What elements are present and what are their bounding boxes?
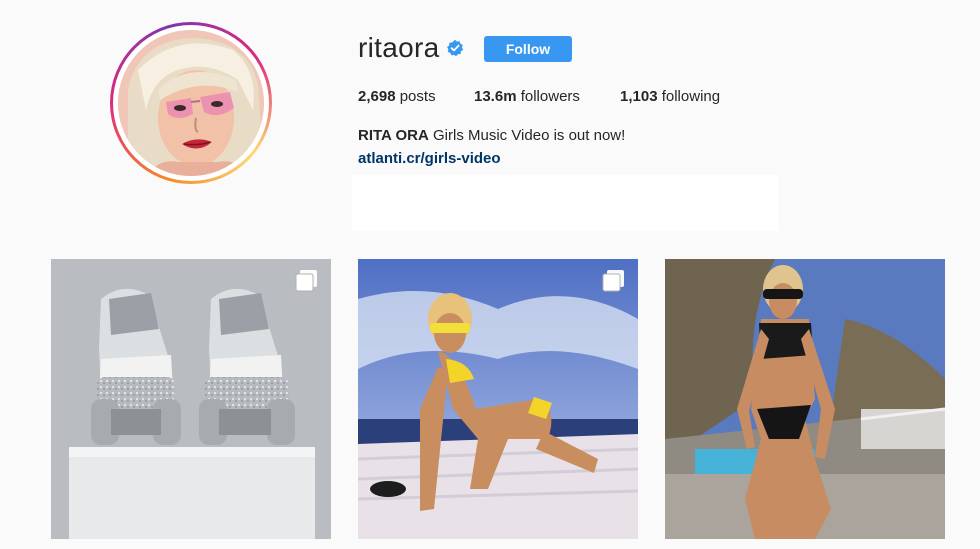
followers-count: 13.6m <box>474 88 517 105</box>
carousel-icon <box>295 270 317 292</box>
avatar-illustration <box>118 30 264 176</box>
following-label: following <box>661 88 721 105</box>
bio-name: RITA ORA <box>358 127 429 144</box>
verified-badge-icon <box>447 39 464 57</box>
blank-panel <box>352 175 778 231</box>
carousel-icon <box>602 270 624 292</box>
followers-stat[interactable]: 13.6m followers <box>474 88 580 105</box>
bio: RITA ORA Girls Music Video is out now! <box>358 127 625 144</box>
posts-count: 2,698 <box>358 88 396 105</box>
posts-label: posts <box>399 88 436 105</box>
followers-label: followers <box>520 88 580 105</box>
boat-deck-photo <box>358 259 638 539</box>
post-roller-skates[interactable] <box>51 259 331 539</box>
following-count: 1,103 <box>620 88 658 105</box>
avatar[interactable] <box>118 30 264 176</box>
post-boat-deck[interactable] <box>358 259 638 539</box>
bio-text: Girls Music Video is out now! <box>428 127 626 144</box>
post-swimsuit[interactable] <box>665 259 945 539</box>
profile-page: ritaora Follow 2,698 posts 13.6m followe… <box>0 0 980 549</box>
swimsuit-photo <box>665 259 945 539</box>
follow-button[interactable]: Follow <box>484 36 572 62</box>
following-stat[interactable]: 1,103 following <box>620 88 720 105</box>
username: ritaora <box>358 32 440 63</box>
roller-skates-photo <box>51 259 331 539</box>
story-ring[interactable] <box>110 22 272 184</box>
posts-stat: 2,698 posts <box>358 88 436 105</box>
bio-link[interactable]: atlanti.cr/girls-video <box>358 150 501 167</box>
